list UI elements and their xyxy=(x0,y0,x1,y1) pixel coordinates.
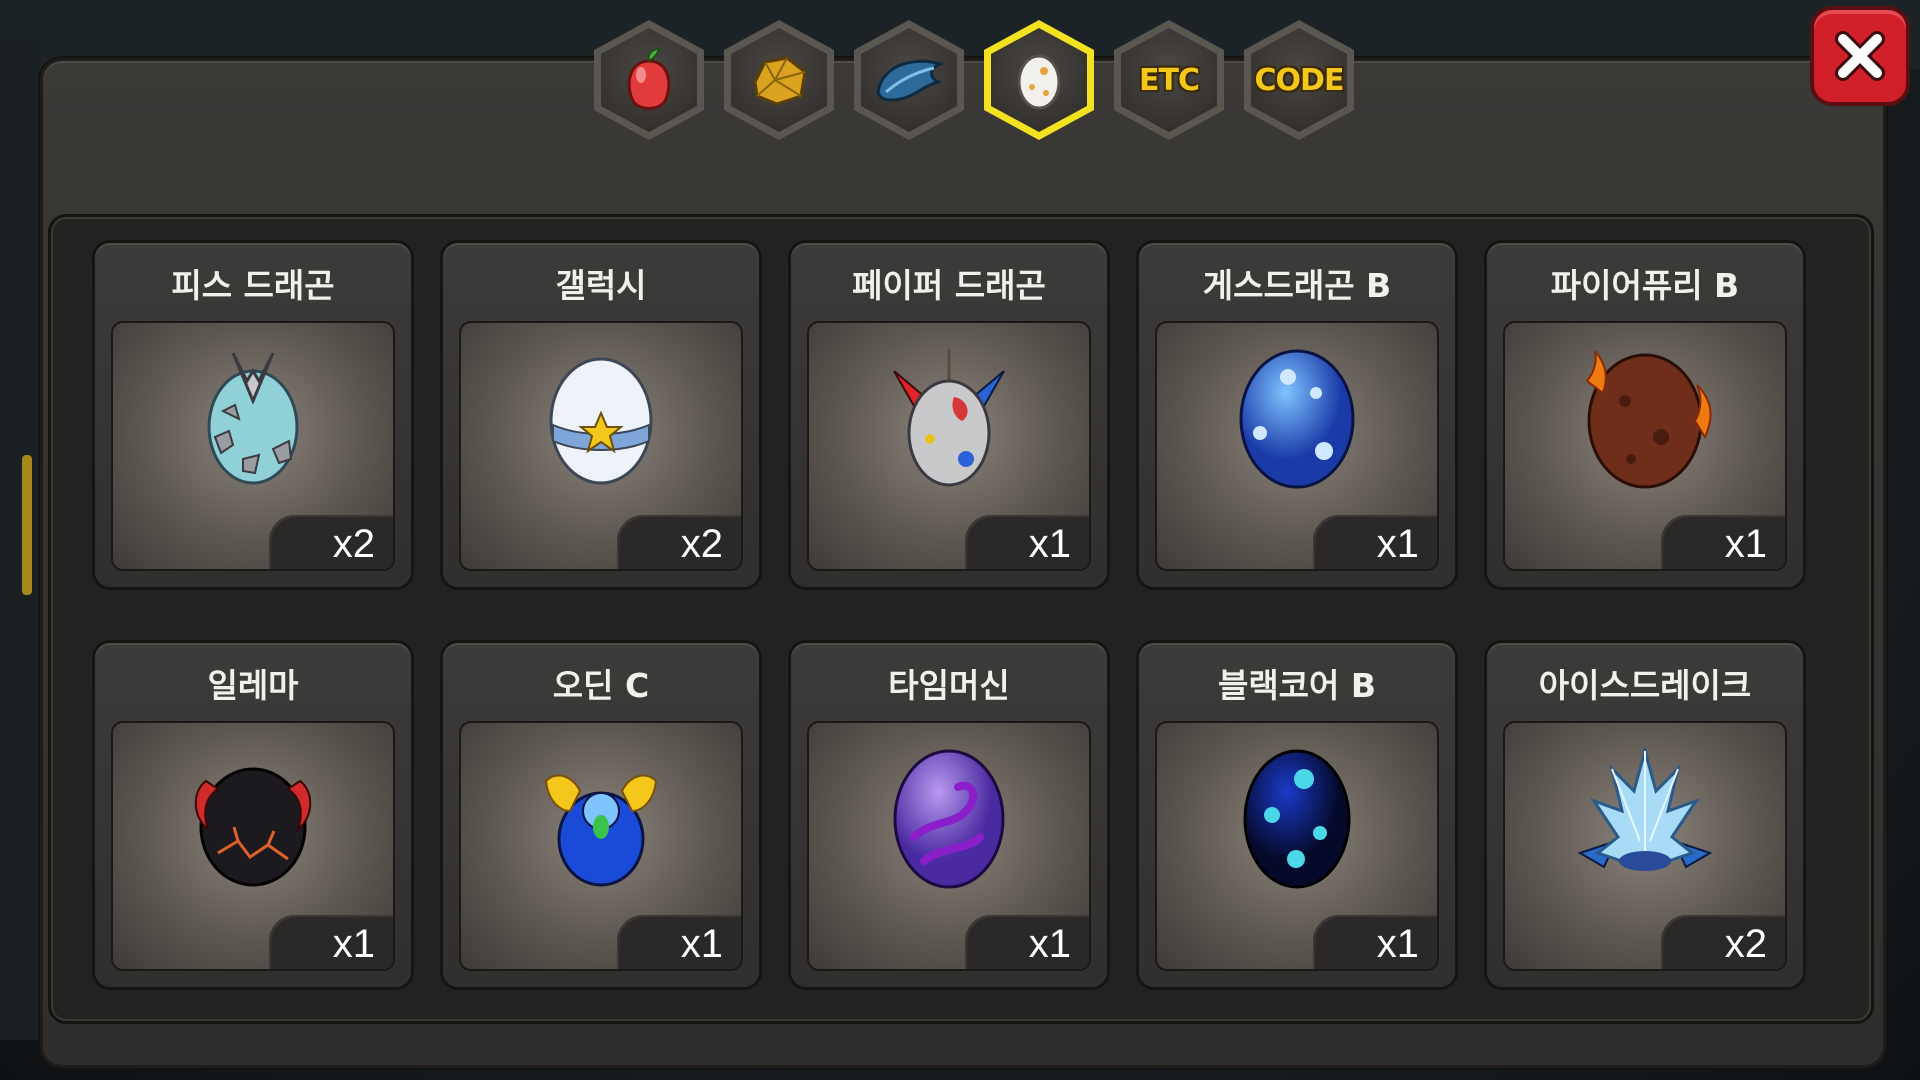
item-card[interactable]: 아이스드레이크 x2 xyxy=(1484,640,1806,990)
item-count: x2 xyxy=(332,522,375,566)
tab-ore[interactable] xyxy=(724,20,834,140)
background-left xyxy=(0,40,40,1040)
item-name: 아이스드레이크 xyxy=(1538,666,1752,705)
item-count: x2 xyxy=(1724,922,1767,966)
item-card[interactable]: 파이어퓨리 B x1 xyxy=(1484,240,1806,590)
peace-dragon-egg-icon xyxy=(207,352,299,485)
item-image: x1 xyxy=(459,721,743,971)
item-count: x1 xyxy=(1028,922,1071,966)
item-card[interactable]: 게스드래곤 B x1 xyxy=(1136,240,1458,590)
item-image: x1 xyxy=(807,721,1091,971)
background-accent xyxy=(22,455,32,595)
gas-dragon-egg-icon xyxy=(1239,349,1355,489)
item-name: 타임머신 xyxy=(888,666,1010,705)
item-image: x1 xyxy=(111,721,395,971)
item-name: 블랙코어 B xyxy=(1217,666,1377,705)
fruit-icon xyxy=(627,47,671,110)
item-image: x2 xyxy=(111,321,395,571)
item-count: x1 xyxy=(680,922,723,966)
galaxy-egg-icon xyxy=(549,357,653,485)
item-name: 오딘 C xyxy=(552,666,650,705)
close-icon xyxy=(1835,31,1885,81)
egg-icon xyxy=(1017,54,1061,110)
tab-etc-label: ETC xyxy=(1139,62,1200,98)
item-name: 갤럭시 xyxy=(555,266,647,305)
item-image: x1 xyxy=(1503,321,1787,571)
item-card[interactable]: 일레마 x1 xyxy=(92,640,414,990)
ilema-egg-icon xyxy=(194,767,312,887)
ice-drake-egg-icon xyxy=(1577,745,1713,872)
item-count: x1 xyxy=(1028,522,1071,566)
tab-fruit[interactable] xyxy=(594,20,704,140)
item-count: x1 xyxy=(332,922,375,966)
tab-egg[interactable] xyxy=(984,20,1094,140)
feather-icon xyxy=(876,59,945,102)
tab-feather[interactable] xyxy=(854,20,964,140)
odin-egg-icon xyxy=(544,775,658,887)
item-card[interactable]: 피스 드래곤 x2 xyxy=(92,240,414,590)
item-image: x1 xyxy=(1155,321,1439,571)
item-card[interactable]: 타임머신 x1 xyxy=(788,640,1110,990)
item-card[interactable]: 블랙코어 B x1 xyxy=(1136,640,1458,990)
item-card[interactable]: 페이퍼 드래곤 x1 xyxy=(788,240,1110,590)
item-count: x2 xyxy=(680,522,723,566)
item-image: x2 xyxy=(1503,721,1787,971)
item-count: x1 xyxy=(1376,522,1419,566)
item-name: 피스 드래곤 xyxy=(171,266,335,305)
item-name: 페이퍼 드래곤 xyxy=(852,266,1046,305)
item-card[interactable]: 갤럭시 x2 xyxy=(440,240,762,590)
firefury-egg-icon xyxy=(1585,350,1712,489)
paper-dragon-egg-icon xyxy=(893,349,1005,487)
item-image: x1 xyxy=(1155,721,1439,971)
tab-code[interactable]: CODE xyxy=(1244,20,1354,140)
time-machine-egg-icon xyxy=(893,749,1005,889)
item-name: 게스드래곤 B xyxy=(1202,266,1392,305)
tab-code-label: CODE xyxy=(1254,62,1345,98)
item-image: x1 xyxy=(807,321,1091,571)
item-count: x1 xyxy=(1724,522,1767,566)
item-name: 일레마 xyxy=(207,666,299,705)
close-button[interactable] xyxy=(1810,6,1910,106)
tab-etc[interactable]: ETC xyxy=(1114,20,1224,140)
ore-icon xyxy=(753,56,807,106)
item-name: 파이어퓨리 B xyxy=(1550,266,1740,305)
item-count: x1 xyxy=(1376,922,1419,966)
item-image: x2 xyxy=(459,321,743,571)
blackcore-egg-icon xyxy=(1243,749,1351,889)
item-card[interactable]: 오딘 C x1 xyxy=(440,640,762,990)
